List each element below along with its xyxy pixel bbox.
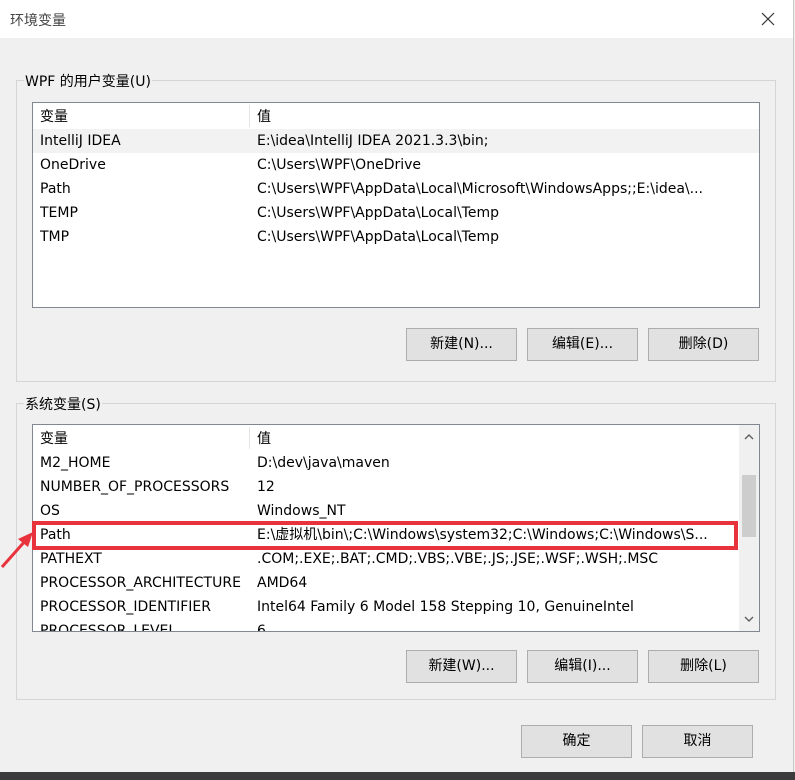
variable-value: Intel64 Family 6 Model 158 Stepping 10, … — [257, 599, 634, 615]
user-variables-label: WPF 的用户变量(U) — [24, 71, 152, 91]
table-row[interactable]: TMP C:\Users\WPF\AppData\Local\Temp — [33, 225, 759, 249]
user-variables-list[interactable]: 变量 值 IntelliJ IDEA E:\idea\IntelliJ IDEA… — [32, 102, 760, 308]
table-row[interactable]: NUMBER_OF_PROCESSORS 12 — [33, 475, 738, 499]
table-row[interactable]: PROCESSOR_ARCHITECTURE AMD64 — [33, 571, 738, 595]
column-header-value[interactable]: 值 — [257, 425, 735, 453]
red-arrow-icon — [0, 532, 33, 568]
variable-name: NUMBER_OF_PROCESSORS — [40, 479, 230, 495]
table-row[interactable]: PROCESSOR_LEVEL 6 — [33, 619, 738, 632]
list-header: 变量 值 — [33, 425, 738, 451]
variable-name: PROCESSOR_ARCHITECTURE — [40, 575, 241, 591]
scroll-down-arrow-icon[interactable] — [739, 609, 759, 629]
variable-value: 12 — [257, 479, 275, 495]
variable-name: Path — [40, 181, 71, 197]
scrollbar-thumb[interactable] — [742, 475, 756, 537]
user-edit-button[interactable]: 编辑(E)... — [527, 328, 638, 361]
variable-value: C:\Users\WPF\OneDrive — [257, 157, 422, 173]
column-header-value[interactable]: 值 — [257, 103, 737, 131]
system-variables-list[interactable]: 变量 值 M2_HOME D:\dev\java\maven NUMBER_OF… — [32, 424, 760, 632]
user-new-button[interactable]: 新建(N)... — [406, 328, 517, 361]
variable-value: E:\idea\IntelliJ IDEA 2021.3.3\bin; — [257, 133, 489, 149]
variable-name: TEMP — [40, 205, 78, 221]
system-edit-button[interactable]: 编辑(I)... — [527, 650, 638, 683]
column-header-variable[interactable]: 变量 — [40, 425, 245, 453]
background-strip — [0, 772, 795, 780]
system-new-button[interactable]: 新建(W)... — [406, 650, 517, 683]
table-row[interactable]: PATHEXT .COM;.EXE;.BAT;.CMD;.VBS;.VBE;.J… — [33, 547, 738, 571]
variable-value: C:\Users\WPF\AppData\Local\Temp — [257, 205, 499, 221]
table-row[interactable]: Path C:\Users\WPF\AppData\Local\Microsof… — [33, 177, 759, 201]
variable-name: PATHEXT — [40, 551, 102, 567]
table-row[interactable]: OS Windows_NT — [33, 499, 738, 523]
table-row[interactable]: M2_HOME D:\dev\java\maven — [33, 451, 738, 475]
variable-name: M2_HOME — [40, 455, 111, 471]
variable-value: Windows_NT — [257, 503, 346, 519]
system-variables-label: 系统变量(S) — [24, 394, 102, 414]
table-row[interactable]: Path E:\虚拟机\bin\;C:\Windows\system32;C:\… — [33, 523, 738, 547]
variable-value: 6 — [257, 623, 266, 632]
cancel-button[interactable]: 取消 — [642, 725, 753, 758]
variable-name: PROCESSOR_LEVEL — [40, 623, 177, 632]
variable-name: OS — [40, 503, 60, 519]
variable-value: E:\虚拟机\bin\;C:\Windows\system32;C:\Windo… — [257, 527, 708, 543]
column-separator[interactable] — [249, 105, 250, 127]
vertical-scrollbar[interactable] — [739, 425, 759, 631]
variable-name: OneDrive — [40, 157, 106, 173]
table-row[interactable]: IntelliJ IDEA E:\idea\IntelliJ IDEA 2021… — [33, 129, 759, 153]
variable-value: C:\Users\WPF\AppData\Local\Microsoft\Win… — [257, 181, 703, 197]
system-delete-button[interactable]: 删除(L) — [648, 650, 759, 683]
column-separator[interactable] — [249, 427, 250, 449]
variable-name: IntelliJ IDEA — [40, 133, 121, 149]
user-delete-button[interactable]: 删除(D) — [648, 328, 759, 361]
title-bar: 环境变量 — [0, 0, 793, 38]
close-icon[interactable] — [757, 8, 779, 30]
environment-variables-dialog: 环境变量 WPF 的用户变量(U) 变量 值 IntelliJ IDEA E:\… — [0, 0, 794, 780]
table-row[interactable]: OneDrive C:\Users\WPF\OneDrive — [33, 153, 759, 177]
window-title: 环境变量 — [10, 13, 66, 29]
variable-value: AMD64 — [257, 575, 308, 591]
ok-button[interactable]: 确定 — [521, 725, 632, 758]
table-row[interactable]: PROCESSOR_IDENTIFIER Intel64 Family 6 Mo… — [33, 595, 738, 619]
variable-name: Path — [40, 527, 71, 543]
variable-value: C:\Users\WPF\AppData\Local\Temp — [257, 229, 499, 245]
variable-value: .COM;.EXE;.BAT;.CMD;.VBS;.VBE;.JS;.JSE;.… — [257, 551, 659, 567]
list-header: 变量 值 — [33, 103, 759, 129]
variable-value: D:\dev\java\maven — [257, 455, 390, 471]
scroll-up-arrow-icon[interactable] — [739, 427, 759, 447]
table-row[interactable]: TEMP C:\Users\WPF\AppData\Local\Temp — [33, 201, 759, 225]
variable-name: PROCESSOR_IDENTIFIER — [40, 599, 211, 615]
column-header-variable[interactable]: 变量 — [40, 103, 245, 131]
variable-name: TMP — [40, 229, 70, 245]
